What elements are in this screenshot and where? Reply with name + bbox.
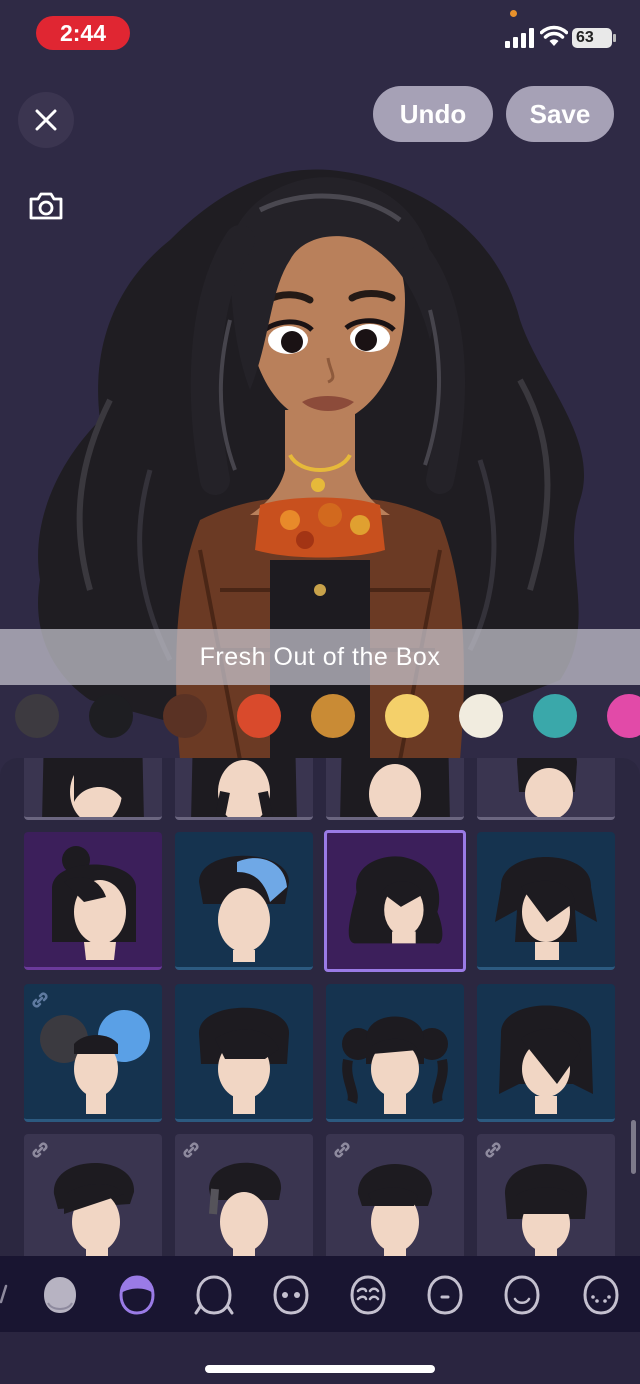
hairstyle-grid: [0, 758, 640, 1256]
tab-mouth[interactable]: [497, 1270, 547, 1320]
link-icon: [334, 1142, 350, 1158]
tab-freckles[interactable]: [576, 1270, 626, 1320]
tab-head-shape[interactable]: [35, 1270, 85, 1320]
battery-icon: 63: [572, 28, 616, 48]
color-swatch-pink[interactable]: [607, 694, 640, 738]
undo-button[interactable]: Undo: [373, 86, 493, 142]
color-swatch-charcoal[interactable]: [15, 694, 59, 738]
color-swatch-black[interactable]: [89, 694, 133, 738]
link-icon: [32, 992, 48, 1008]
eyes-icon: [273, 1275, 309, 1315]
hairstyle-preview: [42, 758, 144, 817]
link-icon: [32, 1142, 48, 1158]
hairstyle-tile[interactable]: [24, 832, 162, 970]
eyebrows-icon: [350, 1275, 386, 1315]
home-indicator-area: [0, 1332, 640, 1384]
privacy-indicator-dot: [510, 10, 517, 17]
hairstyle-tile[interactable]: [477, 758, 615, 820]
previous-category-icon[interactable]: [0, 1284, 8, 1304]
camera-button[interactable]: [22, 182, 70, 230]
tab-nose[interactable]: [420, 1270, 470, 1320]
hairstyle-tile[interactable]: [24, 1134, 162, 1256]
hairstyle-preview: [495, 857, 597, 960]
camera-icon: [29, 192, 63, 220]
hairstyle-tile[interactable]: [24, 758, 162, 820]
freckles-icon: [583, 1275, 619, 1315]
close-icon: [35, 109, 57, 131]
hairstyle-preview: [499, 1005, 593, 1114]
tab-hair[interactable]: [112, 1270, 162, 1320]
category-tab-bar: [0, 1256, 640, 1332]
hairstyle-preview: [198, 1007, 290, 1114]
color-swatch-teal[interactable]: [533, 694, 577, 738]
hairstyle-preview: [52, 846, 136, 960]
hair-color-swatches: [0, 694, 640, 742]
status-time: 2:44: [36, 16, 130, 50]
nose-icon: [427, 1275, 463, 1315]
tab-eyebrows[interactable]: [343, 1270, 393, 1320]
hairstyle-preview: [342, 1016, 448, 1114]
hairstyle-tile[interactable]: [175, 984, 313, 1122]
avatar-editor-screen: 2:44 63 Undo Save Fresh Out of the Box: [0, 0, 640, 1384]
color-swatch-brown[interactable]: [163, 694, 207, 738]
head-icon: [44, 1277, 76, 1313]
color-swatch-yellow[interactable]: [385, 694, 429, 738]
head-outline-icon: [194, 1275, 234, 1315]
hairstyle-tile[interactable]: [175, 758, 313, 820]
link-icon: [183, 1142, 199, 1158]
close-button[interactable]: [18, 92, 74, 148]
wifi-icon: [540, 25, 568, 46]
mouth-icon: [504, 1275, 540, 1315]
hairstyle-preview: [199, 855, 289, 962]
hairstyle-tile[interactable]: [477, 832, 615, 970]
hairstyle-tile[interactable]: [326, 758, 464, 820]
color-swatch-cream[interactable]: [459, 694, 503, 738]
hairstyle-tile-selected[interactable]: [324, 830, 466, 972]
hairstyle-tile[interactable]: [175, 832, 313, 970]
home-indicator[interactable]: [205, 1365, 435, 1373]
grid-scrollbar[interactable]: [631, 1120, 636, 1174]
color-swatch-red[interactable]: [237, 694, 281, 738]
hairstyle-tile[interactable]: [477, 984, 615, 1122]
hairstyle-preview: [191, 758, 297, 817]
status-bar: 2:44 63: [0, 0, 640, 70]
link-icon: [485, 1142, 501, 1158]
hairstyle-name-banner: Fresh Out of the Box: [0, 629, 640, 685]
signal-icon: [505, 28, 534, 48]
hairstyle-tile[interactable]: [326, 1134, 464, 1256]
hairstyle-tile[interactable]: [326, 984, 464, 1122]
tab-face-shape[interactable]: [189, 1270, 239, 1320]
tab-eyes[interactable]: [266, 1270, 316, 1320]
hairstyle-preview: [348, 856, 443, 944]
color-swatch-gold-brown[interactable]: [311, 694, 355, 738]
hair-icon: [119, 1275, 155, 1315]
save-button[interactable]: Save: [506, 86, 614, 142]
hairstyle-preview: [517, 758, 577, 817]
hairstyle-tile[interactable]: [24, 984, 162, 1122]
hairstyle-tile[interactable]: [175, 1134, 313, 1256]
hairstyle-tile[interactable]: [477, 1134, 615, 1256]
hairstyle-preview: [340, 758, 450, 817]
